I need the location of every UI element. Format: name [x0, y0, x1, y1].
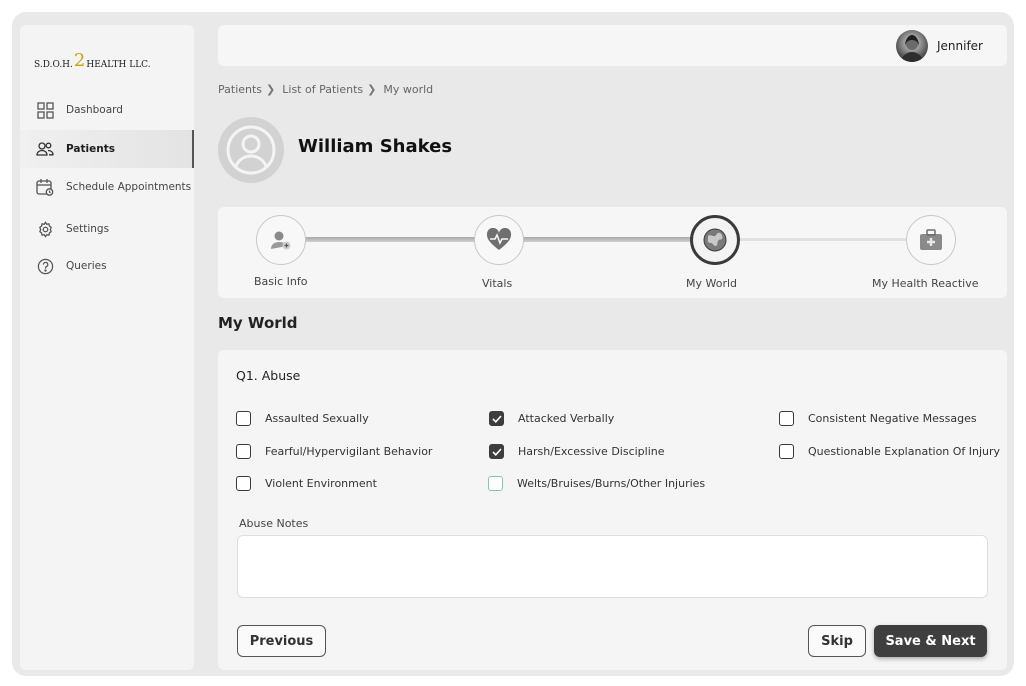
- option-welts-bruises[interactable]: Welts/Bruises/Burns/Other Injuries: [488, 476, 705, 491]
- notes-label: Abuse Notes: [239, 517, 309, 530]
- option-label: Violent Environment: [265, 477, 377, 490]
- check-icon: [491, 414, 502, 423]
- check-icon: [491, 447, 502, 456]
- brand-prefix: S.D.O.H.: [34, 60, 73, 70]
- sidebar-item-patients[interactable]: Patients: [20, 130, 194, 168]
- checkbox[interactable]: [779, 444, 794, 459]
- checkbox-checked[interactable]: [489, 444, 504, 459]
- question-title: Q1. Abuse: [236, 368, 301, 383]
- checkbox[interactable]: [236, 476, 251, 491]
- brand-logo: S.D.O.H. 2 HEALTH LLC.: [34, 48, 164, 71]
- avatar: [895, 30, 928, 62]
- sidebar-item-queries[interactable]: Queries: [20, 247, 194, 285]
- abuse-notes-field[interactable]: [237, 535, 988, 598]
- step-label: Vitals: [482, 277, 513, 290]
- calendar-icon: [36, 178, 54, 196]
- patient-avatar: [218, 117, 284, 183]
- checkbox[interactable]: [779, 411, 794, 426]
- sidebar-item-label: Dashboard: [66, 104, 123, 116]
- option-harsh-discipline[interactable]: Harsh/Excessive Discipline: [489, 444, 665, 459]
- user-name: Jennifer: [936, 39, 983, 53]
- globe-icon: [703, 228, 727, 252]
- sidebar-item-settings[interactable]: Settings: [20, 210, 194, 248]
- option-label: Questionable Explanation Of Injury: [808, 445, 1001, 458]
- step-vitals[interactable]: [474, 215, 524, 265]
- brand-number: 2: [73, 50, 86, 71]
- top-bar: Jennifer: [218, 25, 1007, 66]
- skip-button[interactable]: Skip: [808, 625, 866, 657]
- heartbeat-icon: [486, 228, 512, 250]
- sidebar-item-label: Queries: [66, 260, 107, 272]
- step-label: My Health Reactive: [872, 277, 979, 290]
- option-fearful-behavior[interactable]: Fearful/Hypervigilant Behavior: [236, 444, 432, 459]
- save-next-button[interactable]: Save & Next: [874, 625, 987, 657]
- step-label: My World: [686, 277, 738, 290]
- checkbox[interactable]: [236, 411, 251, 426]
- stepper-track-complete: [498, 237, 708, 242]
- breadcrumb-list-of-patients[interactable]: List of Patients: [282, 83, 363, 96]
- option-questionable-explanation[interactable]: Questionable Explanation Of Injury: [779, 444, 1000, 459]
- breadcrumb: Patients ❯ List of Patients ❯ My world: [218, 83, 433, 96]
- option-attacked-verbally[interactable]: Attacked Verbally: [489, 411, 614, 426]
- brand-suffix: HEALTH LLC.: [86, 60, 151, 70]
- chevron-right-icon: ❯: [266, 83, 276, 96]
- option-assaulted-sexually[interactable]: Assaulted Sexually: [236, 411, 369, 426]
- user-plus-icon: [271, 231, 291, 250]
- grid-icon: [36, 101, 54, 119]
- sidebar-item-label: Settings: [66, 223, 110, 235]
- step-my-health-reactive[interactable]: [906, 215, 956, 265]
- step-basic-info[interactable]: [256, 215, 306, 265]
- previous-button[interactable]: Previous: [237, 625, 326, 657]
- option-label: Consistent Negative Messages: [808, 412, 977, 425]
- sidebar-item-label: Patients: [66, 143, 115, 155]
- breadcrumb-patients[interactable]: Patients: [218, 83, 262, 96]
- breadcrumb-my-world: My world: [383, 83, 434, 96]
- user-circle-icon: [226, 125, 276, 175]
- option-label: Assaulted Sexually: [265, 412, 369, 425]
- medical-kit-icon: [920, 229, 942, 250]
- stepper-track-pending: [718, 238, 923, 241]
- option-label: Attacked Verbally: [518, 412, 615, 425]
- section-title: My World: [218, 314, 298, 332]
- stepper-track-complete: [278, 237, 488, 242]
- sidebar-item-label: Schedule Appointments: [66, 181, 192, 193]
- sidebar-item-schedule[interactable]: Schedule Appointments: [20, 168, 194, 206]
- checkbox[interactable]: [236, 444, 251, 459]
- patient-name: William Shakes: [298, 136, 453, 157]
- users-icon: [36, 140, 54, 158]
- option-label: Welts/Bruises/Burns/Other Injuries: [517, 477, 706, 490]
- option-label: Fearful/Hypervigilant Behavior: [265, 445, 433, 458]
- option-consistent-negative-messages[interactable]: Consistent Negative Messages: [779, 411, 977, 426]
- question-card: [218, 350, 1007, 670]
- step-label: Basic Info: [254, 275, 308, 288]
- question-icon: [36, 257, 54, 275]
- checkbox-checked[interactable]: [489, 411, 504, 426]
- option-violent-environment[interactable]: Violent Environment: [236, 476, 377, 491]
- chevron-right-icon: ❯: [367, 83, 377, 96]
- checkbox[interactable]: [488, 476, 503, 491]
- gear-icon: [36, 220, 54, 238]
- step-my-world[interactable]: [690, 215, 740, 265]
- user-menu[interactable]: Jennifer: [895, 30, 983, 62]
- option-label: Harsh/Excessive Discipline: [518, 445, 665, 458]
- sidebar-item-dashboard[interactable]: Dashboard: [20, 91, 194, 129]
